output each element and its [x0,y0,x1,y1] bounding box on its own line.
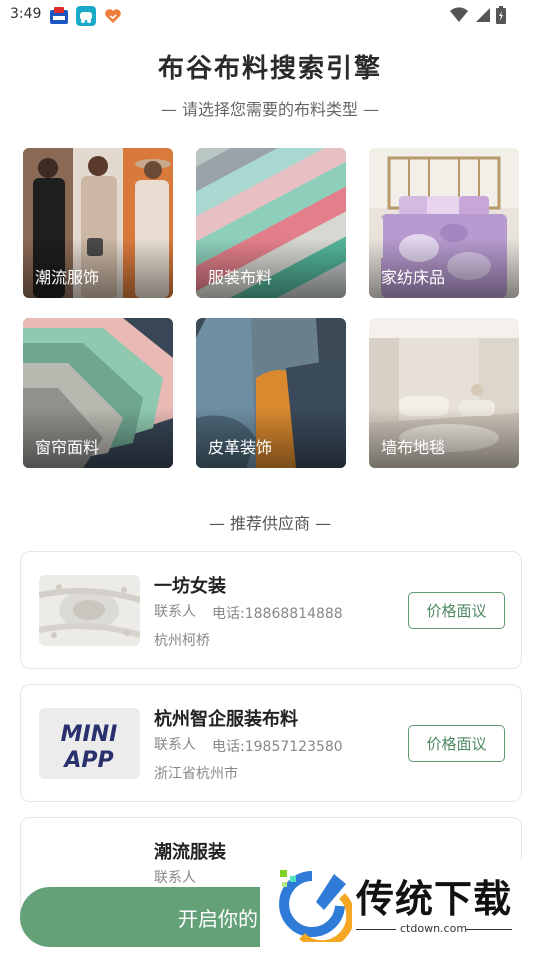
status-bar: 3:49 [0,0,540,32]
mini-app-thumbnail: MINI APP [39,708,140,779]
supplier-contact: 联系人 [154,737,196,753]
watermark: 传统下载 ctdown.com [260,860,540,960]
supplier-name: 一坊女装 [154,576,226,597]
category-grid: 潮流服饰 服装布料 家纺床品 窗帘面料 皮革装饰 墙布地毯 [23,148,519,468]
supplier-phone: 电话:19857123580 [212,739,343,755]
supplier-contact: 联系人 [154,870,196,886]
category-card-fashion[interactable]: 潮流服饰 [23,148,173,298]
lace-fabric-thumbnail [39,575,140,646]
car-app-icon [76,6,96,26]
category-card-curtain-fabric[interactable]: 窗帘面料 [23,318,173,468]
category-label: 服装布料 [208,268,273,287]
category-card-bedding[interactable]: 家纺床品 [369,148,519,298]
status-time: 3:49 [10,6,42,22]
category-card-clothing-fabric[interactable]: 服装布料 [196,148,346,298]
category-label: 窗帘面料 [35,438,100,457]
suppliers-section-title: — 推荐供应商 — [208,514,332,533]
weather-app-icon [49,6,69,26]
page-title: 布谷布料搜索引擎 [157,54,382,84]
watermark-url: ctdown.com [400,922,468,935]
supplier-location: 浙江省杭州市 [154,766,238,782]
page-subtitle: — 请选择您需要的布料类型 — [160,100,380,119]
mini-app-text-line-1: MINI [61,722,118,747]
category-card-wallcovering-carpet[interactable]: 墙布地毯 [369,318,519,468]
price-negotiable-button[interactable]: 价格面议 [408,592,505,629]
price-negotiable-button[interactable]: 价格面议 [408,725,505,762]
battery-icon [496,6,506,28]
category-label: 家纺床品 [381,268,446,287]
supplier-phone: 电话:18868814888 [212,606,343,622]
category-card-leather[interactable]: 皮革装饰 [196,318,346,468]
supplier-name: 潮流服装 [154,842,226,863]
supplier-card[interactable]: 一坊女装 联系人 电话:18868814888 杭州柯桥 价格面议 [20,551,522,669]
category-label: 潮流服饰 [35,268,100,287]
signal-icon [474,7,490,27]
heart-app-icon [103,6,123,26]
wifi-icon [450,7,468,27]
category-label: 皮革装饰 [208,438,273,457]
supplier-location: 杭州柯桥 [154,633,210,649]
supplier-name: 杭州智企服装布料 [154,709,298,730]
watermark-brand: 传统下载 [356,877,513,921]
supplier-card[interactable]: MINI APP 杭州智企服装布料 联系人 电话:19857123580 浙江省… [20,684,522,802]
supplier-contact: 联系人 [154,604,196,620]
watermark-logo-icon [279,870,352,942]
mini-app-text-line-2: APP [62,748,113,773]
category-label: 墙布地毯 [381,438,446,457]
